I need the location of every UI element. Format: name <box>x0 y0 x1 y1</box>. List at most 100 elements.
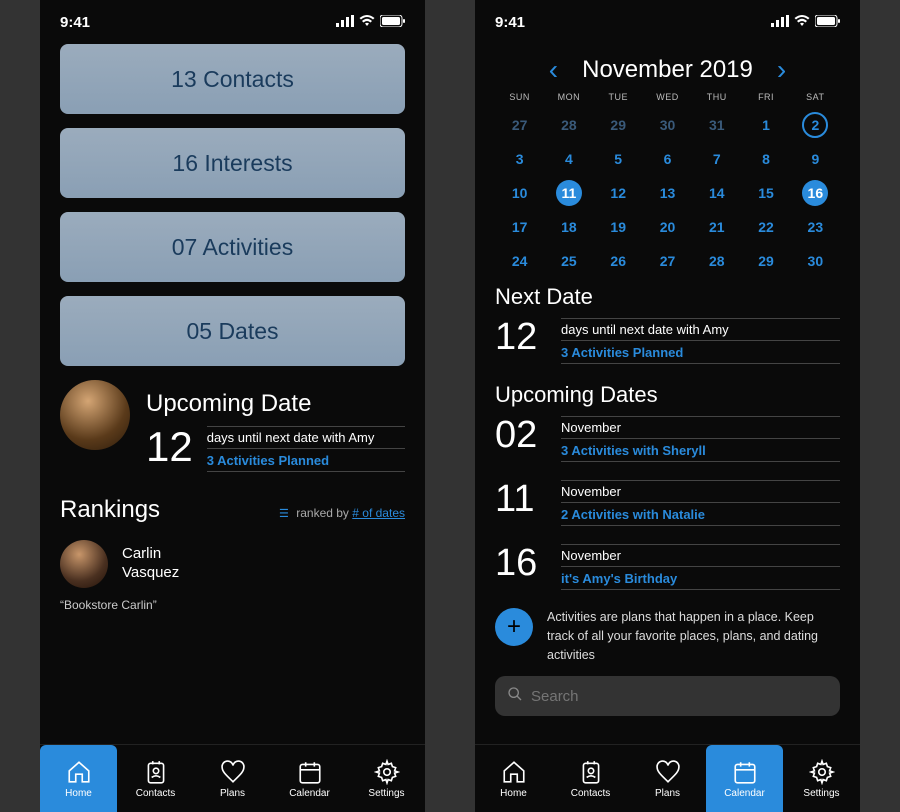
next-date: 12 days until next date with Amy 3 Activ… <box>495 318 840 368</box>
hint-text: Activities are plans that happen in a pl… <box>547 608 840 664</box>
tab-calendar[interactable]: Calendar <box>271 745 348 812</box>
calendar-day[interactable]: 3 <box>495 146 544 172</box>
month-label: November 2019 <box>582 56 753 84</box>
calendar-day[interactable]: 16 <box>791 180 840 206</box>
calendar-day[interactable]: 7 <box>692 146 741 172</box>
upcoming-days: 12 <box>146 426 193 468</box>
prev-month-button[interactable]: ‹ <box>549 54 558 86</box>
calendar-day[interactable]: 30 <box>643 112 692 138</box>
tab-settings[interactable]: Settings <box>783 745 860 812</box>
calendar-day[interactable]: 14 <box>692 180 741 206</box>
card-interests[interactable]: 16 Interests <box>60 128 405 198</box>
tab-settings[interactable]: Settings <box>348 745 425 812</box>
calendar-day[interactable]: 22 <box>741 214 790 240</box>
ranked-by[interactable]: ☰ ranked by # of dates <box>279 506 405 520</box>
wifi-icon <box>794 14 810 31</box>
card-contacts[interactable]: 13 Contacts <box>60 44 405 114</box>
calendar-day[interactable]: 15 <box>741 180 790 206</box>
calendar-dow: TUE <box>594 92 643 102</box>
calendar-icon <box>732 759 758 785</box>
calendar-day[interactable]: 9 <box>791 146 840 172</box>
calendar-day[interactable]: 5 <box>594 146 643 172</box>
upcoming-date-item[interactable]: 11November2 Activities with Natalie <box>495 480 840 530</box>
calendar-day[interactable]: 28 <box>692 248 741 274</box>
avatar[interactable] <box>60 380 130 450</box>
sort-icon: ☰ <box>279 507 289 520</box>
tab-plans[interactable]: Plans <box>629 745 706 812</box>
calendar-day[interactable]: 12 <box>594 180 643 206</box>
next-month-button[interactable]: › <box>777 54 786 86</box>
add-button[interactable]: + <box>495 608 533 646</box>
search-input[interactable] <box>531 688 828 705</box>
calendar-day[interactable]: 17 <box>495 214 544 240</box>
upcoming-title: Upcoming Date <box>146 390 405 418</box>
gear-icon <box>374 759 400 785</box>
upcoming-dates-list: 02November3 Activities with Sheryll11Nov… <box>495 416 840 594</box>
next-date-days: 12 <box>495 318 547 356</box>
calendar-day[interactable]: 27 <box>643 248 692 274</box>
calendar-day[interactable]: 13 <box>643 180 692 206</box>
calendar-day[interactable]: 4 <box>544 146 593 172</box>
tab-contacts[interactable]: Contacts <box>117 745 194 812</box>
next-date-title: Next Date <box>495 284 840 310</box>
search-bar[interactable] <box>495 676 840 716</box>
card-activities[interactable]: 07 Activities <box>60 212 405 282</box>
calendar-day[interactable]: 20 <box>643 214 692 240</box>
upcoming-activities-link[interactable]: 3 Activities Planned <box>207 453 405 472</box>
calendar-day[interactable]: 24 <box>495 248 544 274</box>
ranked-by-metric[interactable]: # of dates <box>352 506 405 520</box>
next-date-link[interactable]: 3 Activities Planned <box>561 345 840 364</box>
tab-bar: Home Contacts Plans Calendar Settings <box>40 744 425 812</box>
calendar-dow: SUN <box>495 92 544 102</box>
signal-icon <box>336 14 354 31</box>
calendar-header: ‹ November 2019 › <box>495 54 840 86</box>
tab-plans[interactable]: Plans <box>194 745 271 812</box>
card-dates[interactable]: 05 Dates <box>60 296 405 366</box>
calendar-day[interactable]: 29 <box>594 112 643 138</box>
calendar-day[interactable]: 31 <box>692 112 741 138</box>
ranking-quote: “Bookstore Carlin” <box>60 598 405 612</box>
date-desc[interactable]: 2 Activities with Natalie <box>561 507 840 526</box>
calendar-day[interactable]: 18 <box>544 214 593 240</box>
calendar-icon <box>297 759 323 785</box>
calendar-day[interactable]: 26 <box>594 248 643 274</box>
tab-home[interactable]: Home <box>475 745 552 812</box>
upcoming-date-item[interactable]: 16Novemberit's Amy's Birthday <box>495 544 840 594</box>
calendar-dow: FRI <box>741 92 790 102</box>
signal-icon <box>771 14 789 31</box>
calendar-day[interactable]: 25 <box>544 248 593 274</box>
calendar-day[interactable]: 30 <box>791 248 840 274</box>
status-bar: 9:41 <box>475 0 860 44</box>
status-indicators <box>771 14 840 31</box>
calendar-day[interactable]: 11 <box>544 180 593 206</box>
search-icon <box>507 686 523 707</box>
tab-home[interactable]: Home <box>40 745 117 812</box>
tab-calendar[interactable]: Calendar <box>706 745 783 812</box>
calendar-day[interactable]: 23 <box>791 214 840 240</box>
date-month: November <box>561 416 840 439</box>
date-month: November <box>561 544 840 567</box>
date-desc[interactable]: it's Amy's Birthday <box>561 571 840 590</box>
calendar-day[interactable]: 29 <box>741 248 790 274</box>
calendar-day[interactable]: 1 <box>741 112 790 138</box>
wifi-icon <box>359 14 375 31</box>
calendar-days: 2728293031123456789101112131415161718192… <box>495 112 840 274</box>
tab-contacts[interactable]: Contacts <box>552 745 629 812</box>
calendar-day[interactable]: 2 <box>791 112 840 138</box>
home-content: 13 Contacts 16 Interests 07 Activities 0… <box>40 44 425 744</box>
calendar-day[interactable]: 8 <box>741 146 790 172</box>
calendar-dow: WED <box>643 92 692 102</box>
calendar-day[interactable]: 27 <box>495 112 544 138</box>
tab-bar: Home Contacts Plans Calendar Settings <box>475 744 860 812</box>
battery-icon <box>815 14 840 31</box>
calendar-day[interactable]: 21 <box>692 214 741 240</box>
calendar-day[interactable]: 19 <box>594 214 643 240</box>
upcoming-date: Upcoming Date 12 days until next date wi… <box>60 380 405 476</box>
upcoming-date-item[interactable]: 02November3 Activities with Sheryll <box>495 416 840 466</box>
calendar-day[interactable]: 28 <box>544 112 593 138</box>
date-desc[interactable]: 3 Activities with Sheryll <box>561 443 840 462</box>
calendar-day[interactable]: 6 <box>643 146 692 172</box>
status-time: 9:41 <box>60 14 90 31</box>
ranking-item[interactable]: Carlin Vasquez <box>60 540 405 588</box>
calendar-day[interactable]: 10 <box>495 180 544 206</box>
